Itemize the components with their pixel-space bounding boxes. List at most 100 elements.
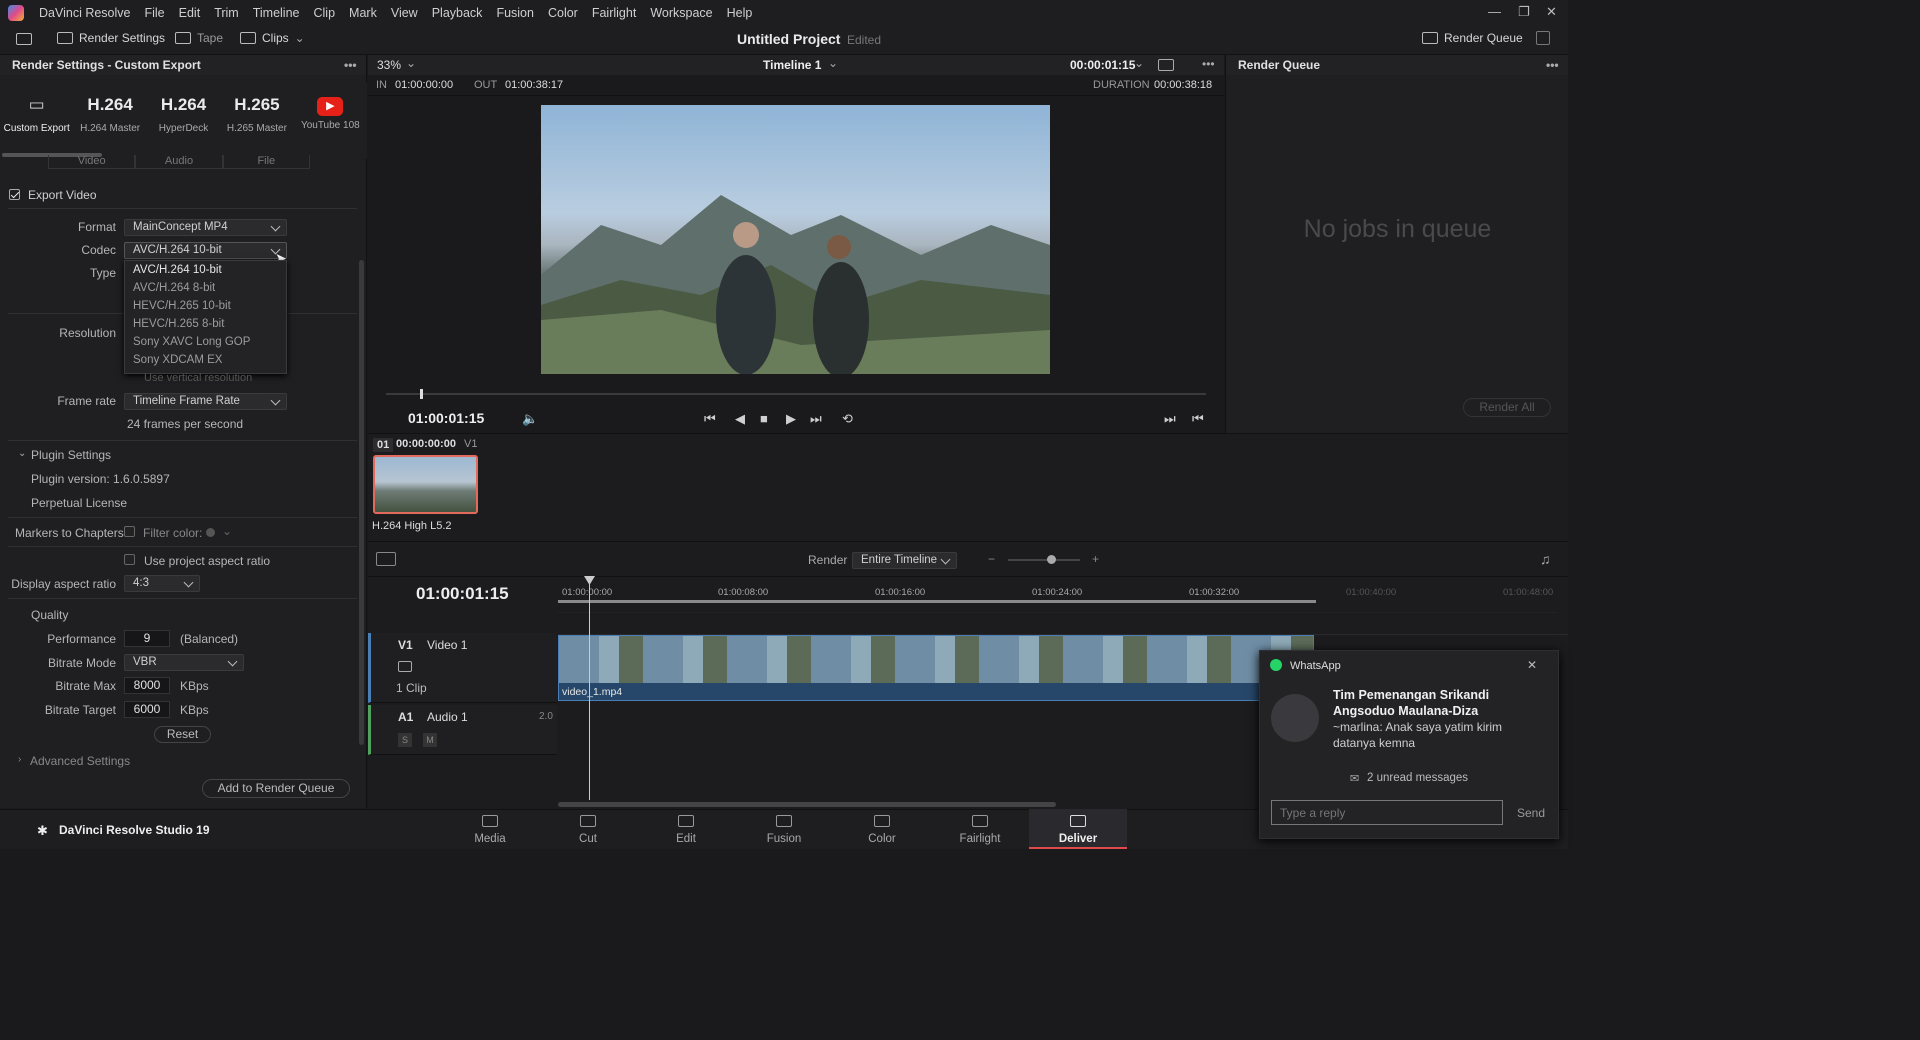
mute-button[interactable]: M — [423, 733, 437, 747]
video-clip[interactable]: video_1.mp4 — [558, 635, 1314, 701]
menu-edit[interactable]: Edit — [172, 6, 208, 20]
preset-custom-export[interactable]: ▭ Custom Export — [0, 83, 74, 159]
preset-h264-master[interactable]: H.264 H.264 Master — [73, 83, 146, 159]
viewer-options-icon[interactable] — [1158, 59, 1174, 71]
bitrate-target-input[interactable]: 6000 — [124, 701, 170, 718]
page-edit[interactable]: Edit — [637, 809, 735, 849]
bitrate-mode-select[interactable]: VBR — [124, 654, 244, 671]
filter-color-swatch[interactable] — [206, 528, 215, 537]
zoom-slider-handle[interactable] — [1047, 555, 1056, 564]
prev-clip-icon[interactable]: ⏮ — [1192, 411, 1204, 427]
render-queue-button[interactable]: Render Queue — [1422, 31, 1523, 45]
more-options-icon[interactable]: ••• — [1202, 57, 1215, 71]
tab-audio[interactable]: Audio — [135, 155, 223, 169]
page-fairlight[interactable]: Fairlight — [931, 809, 1029, 849]
timeline-options-icon[interactable] — [376, 552, 396, 566]
preset-youtube[interactable]: ▶ YouTube 108 — [294, 83, 367, 159]
chevron-down-icon[interactable]: ⌄ — [1134, 56, 1144, 70]
volume-icon[interactable]: 🔈 — [522, 411, 538, 427]
codec-option[interactable]: AVC/H.264 8-bit — [125, 279, 286, 297]
expand-icon[interactable] — [1536, 31, 1550, 45]
reverse-play-icon[interactable]: ◀ — [735, 411, 745, 427]
audio-meter-icon[interactable]: ♫ — [1540, 551, 1551, 567]
playhead-line[interactable] — [589, 580, 590, 800]
zoom-in-icon[interactable]: + — [1092, 552, 1099, 566]
scrubber-track[interactable] — [386, 393, 1206, 395]
reset-button[interactable]: Reset — [154, 726, 211, 743]
menu-fusion[interactable]: Fusion — [489, 6, 541, 20]
codec-option[interactable]: HEVC/H.265 10-bit — [125, 297, 286, 315]
codec-option[interactable]: HEVC/H.265 8-bit — [125, 315, 286, 333]
advanced-settings-heading[interactable]: Advanced Settings — [30, 754, 130, 768]
page-fusion[interactable]: Fusion — [735, 809, 833, 849]
settings-scrollbar[interactable] — [359, 260, 364, 745]
menu-workspace[interactable]: Workspace — [643, 6, 719, 20]
menu-trim[interactable]: Trim — [207, 6, 246, 20]
zoom-select[interactable]: 33% — [377, 58, 401, 72]
page-cut[interactable]: Cut — [539, 809, 637, 849]
markers-checkbox[interactable] — [124, 526, 135, 537]
track-header-v1[interactable]: V1 Video 1 1 Clip — [368, 633, 557, 703]
minimize-icon[interactable]: — — [1488, 4, 1501, 19]
collapse-chevron-icon[interactable]: ⌄ — [18, 448, 26, 459]
dar-select[interactable]: 4:3 — [124, 575, 200, 592]
scrubber-handle[interactable] — [420, 389, 423, 399]
more-options-icon[interactable]: ••• — [344, 58, 357, 72]
chevron-down-icon[interactable]: ⌄ — [406, 56, 416, 70]
menu-color[interactable]: Color — [541, 6, 585, 20]
menu-clip[interactable]: Clip — [307, 6, 343, 20]
clip-thumbnail[interactable] — [373, 455, 478, 514]
zoom-out-icon[interactable]: − — [988, 552, 995, 566]
close-icon[interactable]: ✕ — [1546, 4, 1557, 20]
framerate-select[interactable]: Timeline Frame Rate — [124, 393, 287, 410]
stop-icon[interactable]: ■ — [760, 411, 768, 426]
chevron-down-icon[interactable]: ⌄ — [222, 524, 232, 538]
reply-input[interactable] — [1271, 800, 1503, 825]
whatsapp-notification[interactable]: WhatsApp ✕ Tim Pemenangan Srikandi Angso… — [1259, 650, 1559, 839]
loop-icon[interactable]: ⟲ — [842, 411, 853, 427]
page-media[interactable]: Media — [441, 809, 539, 849]
bitrate-max-input[interactable]: 8000 — [124, 677, 170, 694]
tape-button[interactable]: Tape — [175, 31, 223, 45]
page-deliver[interactable]: Deliver — [1029, 809, 1127, 849]
chevron-down-icon[interactable]: ⌄ — [828, 56, 838, 70]
track-header-a1[interactable]: A1 Audio 1 2.0 S M — [368, 705, 557, 755]
preset-hyperdeck[interactable]: H.264 HyperDeck — [147, 83, 220, 159]
panel-toggle-icon[interactable] — [16, 33, 32, 45]
preset-h265-master[interactable]: H.265 H.265 Master — [220, 83, 293, 159]
menu-fairlight[interactable]: Fairlight — [585, 6, 643, 20]
codec-option[interactable]: Sony XDCAM EX — [125, 351, 286, 369]
solo-button[interactable]: S — [398, 733, 412, 747]
plugin-settings-heading[interactable]: Plugin Settings — [31, 448, 111, 462]
skip-to-start-icon[interactable]: ⏮ — [704, 411, 716, 427]
maximize-icon[interactable]: ❐ — [1518, 4, 1530, 20]
use-project-aspect-checkbox[interactable] — [124, 554, 135, 565]
more-options-icon[interactable]: ••• — [1546, 58, 1559, 72]
app-menu[interactable]: DaVinci Resolve — [32, 6, 137, 20]
render-all-button[interactable]: Render All — [1463, 398, 1551, 417]
timeline-name[interactable]: Timeline 1 — [763, 58, 821, 72]
export-video-checkbox[interactable] — [9, 189, 20, 200]
page-color[interactable]: Color — [833, 809, 931, 849]
menu-mark[interactable]: Mark — [342, 6, 384, 20]
menu-timeline[interactable]: Timeline — [246, 6, 307, 20]
timeline-scrollbar[interactable] — [558, 802, 1056, 807]
tab-video[interactable]: Video — [48, 155, 136, 169]
menu-playback[interactable]: Playback — [425, 6, 490, 20]
codec-option[interactable]: AVC/H.264 10-bit — [125, 261, 286, 279]
expand-chevron-icon[interactable]: › — [18, 754, 21, 765]
performance-input[interactable]: 9 — [124, 630, 170, 647]
menu-help[interactable]: Help — [720, 6, 760, 20]
menu-file[interactable]: File — [137, 6, 171, 20]
next-clip-icon[interactable]: ⏭ — [1164, 411, 1176, 427]
render-range-select[interactable]: Entire Timeline — [852, 552, 957, 569]
close-icon[interactable]: ✕ — [1527, 658, 1537, 672]
add-to-render-queue-button[interactable]: Add to Render Queue — [202, 779, 350, 798]
tab-file[interactable]: File — [222, 155, 310, 169]
skip-to-end-icon[interactable]: ⏭ — [810, 411, 822, 427]
menu-view[interactable]: View — [384, 6, 425, 20]
timeline-range-bar[interactable] — [558, 600, 1316, 603]
play-icon[interactable]: ▶ — [786, 411, 796, 427]
codec-select[interactable]: AVC/H.264 10-bit — [124, 242, 287, 259]
codec-option[interactable]: Sony XAVC Long GOP — [125, 333, 286, 351]
